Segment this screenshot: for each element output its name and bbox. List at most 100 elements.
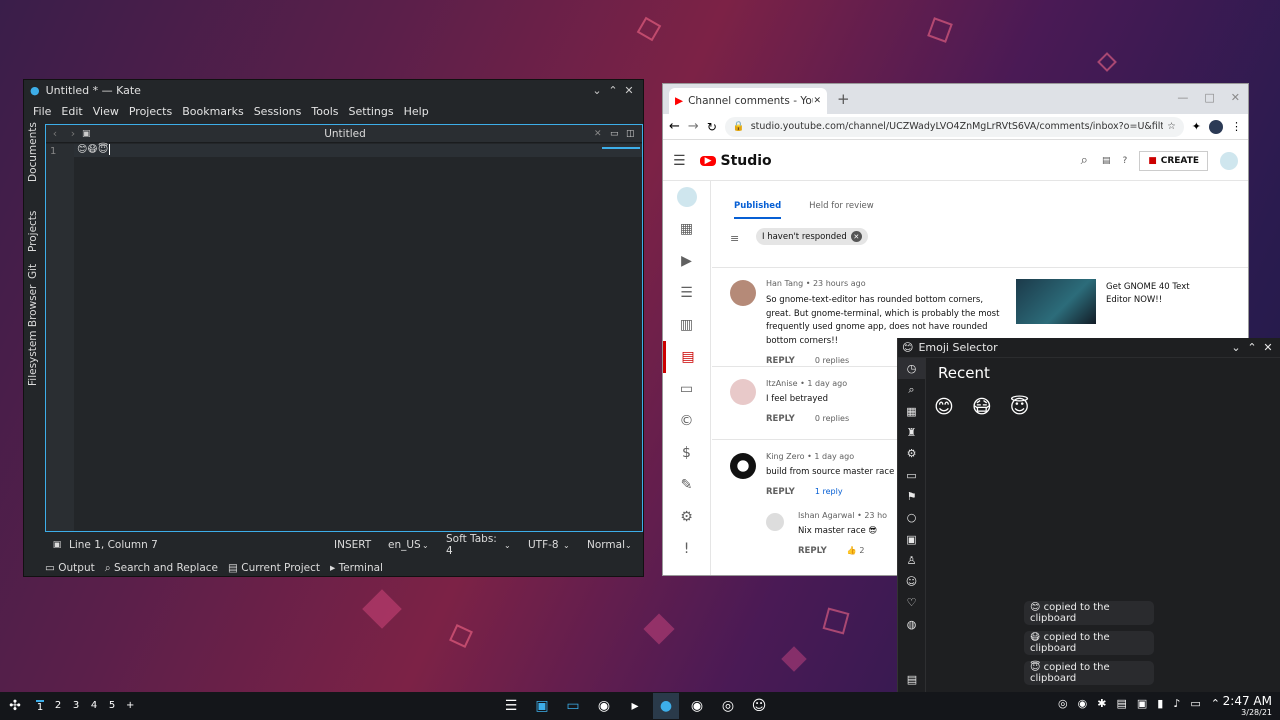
close-tab-icon[interactable]: ✕ xyxy=(813,96,821,106)
search-icon[interactable]: ⌕ xyxy=(898,379,925,400)
menu-settings[interactable]: Settings xyxy=(344,105,399,118)
monetization-icon[interactable]: $ xyxy=(663,437,710,469)
bluetooth-icon[interactable]: ✱ xyxy=(1097,697,1106,710)
obs-tray-icon[interactable]: ◎ xyxy=(1058,697,1068,710)
tool-output[interactable]: ▭ Output xyxy=(45,562,95,574)
clipboard-icon[interactable]: ▤ xyxy=(1116,697,1126,710)
add-desktop-button[interactable]: + xyxy=(126,700,134,713)
emoji-selector-app-icon[interactable]: ☺ xyxy=(746,693,772,719)
minimize-icon[interactable]: ⌄ xyxy=(1228,341,1244,354)
emoji-smiling-face-halo[interactable]: 😇 xyxy=(1010,396,1030,418)
close-icon[interactable]: ✕ xyxy=(1260,341,1276,354)
comment-author[interactable]: Ishan Agarwal xyxy=(798,511,855,520)
emoji-face-with-mask[interactable]: 😷 xyxy=(972,396,992,418)
menu-projects[interactable]: Projects xyxy=(124,105,177,118)
indentation-selector[interactable]: Soft Tabs: 4 xyxy=(446,533,504,557)
tool-current-project[interactable]: ▤ Current Project xyxy=(228,562,320,574)
comment-author[interactable]: King Zero xyxy=(766,452,805,461)
display-icon[interactable]: ▭ xyxy=(1190,697,1200,710)
kate-titlebar[interactable]: ● Untitled * — Kate ⌄ ⌃ ✕ xyxy=(24,80,643,100)
code-line[interactable]: 😊😷😇 xyxy=(74,144,642,157)
customization-icon[interactable]: ✎ xyxy=(663,469,710,501)
like-count[interactable]: 👍 2 xyxy=(847,546,865,556)
language-selector[interactable]: en_US xyxy=(388,539,422,551)
comment-author[interactable]: ItzAnise xyxy=(766,379,798,388)
highlight-mode-selector[interactable]: Normal xyxy=(587,539,625,551)
menu-tools[interactable]: Tools xyxy=(306,105,343,118)
bookmark-star-icon[interactable]: ☆ xyxy=(1167,121,1176,132)
feedback-icon[interactable]: ! xyxy=(663,533,710,565)
desktop-1[interactable]: 1 xyxy=(36,699,44,713)
extensions-icon[interactable]: ✦ xyxy=(1192,120,1201,133)
settings-app-icon[interactable]: ☰ xyxy=(498,693,524,719)
clock[interactable]: 2:47 AM 3/28/21 xyxy=(1223,694,1272,717)
reply-button[interactable]: REPLY xyxy=(766,487,795,497)
analytics-icon[interactable]: ▥ xyxy=(663,309,710,341)
reload-icon[interactable]: ↻ xyxy=(707,120,717,134)
chrome-running-icon[interactable]: ◉ xyxy=(684,693,710,719)
forward-icon[interactable]: → xyxy=(688,119,699,134)
input-mode[interactable]: INSERT xyxy=(334,539,388,551)
profile-avatar[interactable] xyxy=(1209,119,1223,134)
tool-search-replace[interactable]: ⌕ Search and Replace xyxy=(105,562,218,575)
playlists-icon[interactable]: ☰ xyxy=(663,277,710,309)
editor-tab-title[interactable]: Untitled xyxy=(96,128,594,140)
close-icon[interactable]: ✕ xyxy=(621,84,637,97)
emoji-smiling-face[interactable]: 😊 xyxy=(934,396,954,418)
desktop-3[interactable]: 3 xyxy=(72,700,80,713)
comment-author[interactable]: Han Tang xyxy=(766,279,803,288)
updates-icon[interactable]: ▣ xyxy=(1137,697,1147,710)
settings-gear-icon[interactable]: ⚙ xyxy=(663,501,710,533)
keyboard-icon[interactable]: ▤ xyxy=(898,669,926,690)
menu-view[interactable]: View xyxy=(88,105,124,118)
smiley-icon[interactable]: ☺ xyxy=(898,571,925,592)
reply-button[interactable]: REPLY xyxy=(766,356,795,366)
code-area[interactable]: 😊😷😇 xyxy=(74,144,642,531)
create-button[interactable]: ■ CREATE xyxy=(1139,150,1208,171)
subtitles-icon[interactable]: ▭ xyxy=(663,373,710,405)
heart-icon[interactable]: ♡ xyxy=(898,592,925,613)
sidetab-filesystem-browser[interactable]: Filesystem Browser xyxy=(27,285,39,386)
menu-dots-icon[interactable]: ⋮ xyxy=(1231,120,1242,133)
new-tab-icon[interactable]: + xyxy=(837,90,850,108)
all-emoji-grid-icon[interactable]: ▦ xyxy=(898,401,925,422)
person-icon[interactable]: ♙ xyxy=(898,550,925,571)
trophy-icon[interactable]: ♜ xyxy=(898,422,925,443)
terminal-app-icon[interactable]: ▸ xyxy=(622,693,648,719)
bulb-icon[interactable]: ○ xyxy=(898,507,925,528)
app-launcher-icon[interactable]: ✣ xyxy=(2,693,28,719)
desktop-5[interactable]: 5 xyxy=(108,700,116,713)
video-title[interactable]: Get GNOME 40 Text Editor NOW!! xyxy=(1106,281,1216,307)
search-icon[interactable]: ⌕ xyxy=(1081,153,1088,168)
replies-toggle[interactable]: 1 reply xyxy=(815,487,843,497)
apps-icon[interactable]: ▣ xyxy=(898,528,925,549)
back-icon[interactable]: ← xyxy=(669,119,680,134)
messages-icon[interactable]: ▤ xyxy=(1102,156,1111,166)
maximize-icon[interactable]: □ xyxy=(1204,91,1214,104)
notifications-icon[interactable]: ◉ xyxy=(1078,697,1088,710)
filter-chip[interactable]: I haven't responded ✕ xyxy=(756,228,868,245)
sidetab-projects[interactable]: Projects xyxy=(27,211,39,252)
emoji-selector-titlebar[interactable]: 😊 Emoji Selector ⌄ ⌃ ✕ xyxy=(898,338,1280,358)
menu-help[interactable]: Help xyxy=(399,105,434,118)
gear-icon[interactable]: ⚙ xyxy=(898,443,925,464)
menu-bookmarks[interactable]: Bookmarks xyxy=(177,105,248,118)
channel-avatar[interactable] xyxy=(663,181,710,213)
tray-expand-icon[interactable]: ⌃ xyxy=(1211,697,1220,710)
menu-file[interactable]: File xyxy=(28,105,56,118)
tab-published[interactable]: Published xyxy=(734,201,782,219)
desktop-2[interactable]: 2 xyxy=(54,700,62,713)
close-icon[interactable]: ✕ xyxy=(1231,91,1240,104)
store-app-icon[interactable]: ▣ xyxy=(529,693,555,719)
replies-toggle[interactable]: 0 replies xyxy=(815,356,849,366)
menu-edit[interactable]: Edit xyxy=(56,105,87,118)
split-view-icon[interactable]: ◫ xyxy=(626,129,642,139)
menu-sessions[interactable]: Sessions xyxy=(249,105,307,118)
minimap[interactable] xyxy=(602,147,640,150)
reply-button[interactable]: REPLY xyxy=(798,546,827,556)
split-view-icon[interactable]: ▭ xyxy=(610,129,626,139)
desktop-4[interactable]: 4 xyxy=(90,700,98,713)
file-manager-icon[interactable]: ▭ xyxy=(560,693,586,719)
minimize-icon[interactable]: — xyxy=(1177,91,1188,104)
maximize-icon[interactable]: ⌃ xyxy=(605,84,621,97)
